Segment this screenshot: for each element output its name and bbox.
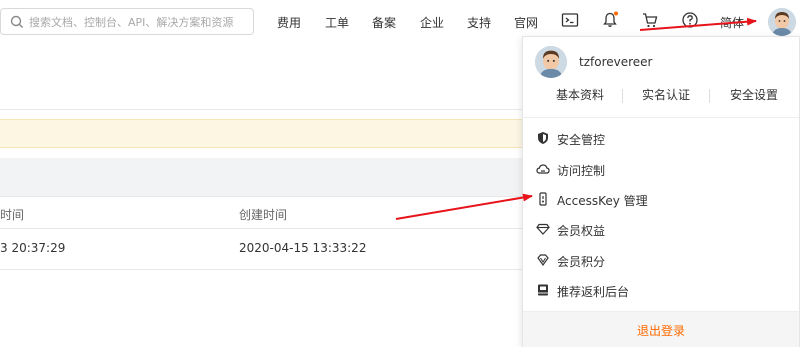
menu-item-member-benefits[interactable]: 会员权益 (523, 214, 799, 244)
search-box[interactable] (0, 8, 254, 35)
cell-created: 2020-04-15 13:33:22 (239, 241, 367, 255)
avatar-face-icon (535, 46, 567, 78)
gem-icon (537, 254, 549, 267)
nav-item-enterprise[interactable]: 企业 (420, 14, 444, 31)
table-row: 3 20:37:29 2020-04-15 13:33:22 (0, 229, 522, 269)
avatar-face-icon (768, 8, 796, 36)
link-separator (622, 89, 623, 103)
notice-bar (0, 119, 522, 148)
real-name-auth-link[interactable]: 实名认证 (642, 86, 690, 103)
menu-item-security-control[interactable]: 安全管控 (523, 123, 799, 153)
book-icon (538, 284, 548, 296)
username: tzforevereer (579, 55, 653, 69)
user-menu-dropdown: tzforevereer 基本资料 实名认证 安全设置 安全管控 访问控制 Ac… (522, 36, 800, 347)
nav-item-website[interactable]: 官网 (514, 14, 538, 31)
table-divider (0, 269, 522, 270)
menu-item-label: 访问控制 (557, 164, 606, 178)
menu-divider (523, 117, 799, 118)
shield-icon (538, 132, 548, 144)
profile-links: 基本资料 实名认证 安全设置 (523, 86, 800, 106)
help-icon[interactable] (680, 10, 700, 30)
language-switch[interactable]: 简体 (720, 14, 744, 31)
menu-item-label: 会员积分 (557, 255, 606, 269)
menu-item-accesskey[interactable]: AccessKey 管理 (523, 184, 799, 214)
dropdown-footer: 退出登录 (523, 311, 799, 347)
user-avatar[interactable] (768, 8, 796, 36)
logout-button[interactable]: 退出登录 (523, 322, 799, 339)
menu-item-referral-rebate[interactable]: 推荐返利后台 (523, 275, 799, 305)
column-header-time: 时间 (0, 208, 25, 222)
menu-item-label: AccessKey 管理 (557, 194, 648, 208)
section-divider (0, 109, 522, 110)
diamond-icon (536, 223, 550, 235)
nav-item-billing[interactable]: 费用 (277, 14, 301, 31)
cloud-icon (536, 164, 550, 174)
nav-item-support[interactable]: 支持 (467, 14, 491, 31)
table-header-row: 时间 创建时间 (0, 197, 522, 228)
column-header-created: 创建时间 (239, 208, 288, 222)
link-separator (709, 89, 710, 103)
bell-icon[interactable] (600, 10, 620, 30)
cart-icon[interactable] (640, 10, 660, 30)
key-icon (539, 192, 547, 206)
menu-item-label: 会员权益 (557, 224, 606, 238)
nav-item-ticket[interactable]: 工单 (325, 14, 349, 31)
terminal-icon[interactable] (560, 10, 580, 30)
menu-item-label: 推荐返利后台 (557, 285, 630, 299)
nav-item-filing[interactable]: 备案 (372, 14, 396, 31)
search-input[interactable] (29, 12, 249, 32)
search-icon (10, 15, 23, 28)
cell-time: 3 20:37:29 (0, 241, 66, 255)
menu-item-access-control[interactable]: 访问控制 (523, 154, 799, 184)
table-toolbar (0, 158, 522, 196)
menu-item-member-points[interactable]: 会员积分 (523, 245, 799, 275)
menu-item-label: 安全管控 (557, 133, 606, 147)
security-settings-link[interactable]: 安全设置 (730, 86, 778, 103)
dropdown-avatar (535, 46, 567, 78)
basic-info-link[interactable]: 基本资料 (556, 86, 604, 103)
